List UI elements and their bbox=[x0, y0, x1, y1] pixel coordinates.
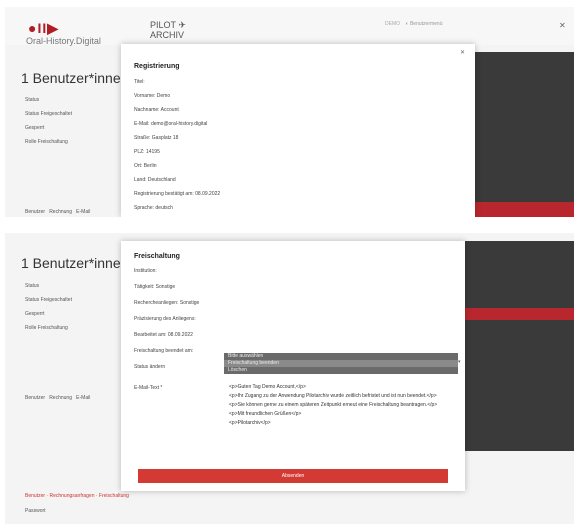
activation-request-details: Präzisierung des Anliegens: bbox=[134, 316, 196, 322]
filter-label: Status bbox=[25, 283, 40, 289]
registration-modal: ✕ Registrierung Titel: Vorname: Demo Nac… bbox=[121, 44, 475, 217]
modal-close-icon[interactable]: ✕ bbox=[460, 49, 465, 56]
table-header: Benutzer Rechnung E-Mail bbox=[25, 395, 90, 402]
page-title: 1 Benutzer*inner bbox=[21, 70, 126, 86]
red-row-highlight bbox=[465, 308, 574, 320]
pilot-archiv-logo[interactable]: PILOT ✈ ARCHIV bbox=[150, 20, 186, 40]
table-background bbox=[465, 241, 574, 451]
app-header: ●II▶ Oral-History.Digital PILOT ✈ ARCHIV… bbox=[5, 7, 574, 46]
brand-name: Oral-History.Digital bbox=[26, 36, 101, 46]
activation-activity: Tätigkeit: Sonstige bbox=[134, 284, 176, 290]
page-title: 1 Benutzer*inner bbox=[21, 255, 126, 271]
screenshot-panel-activation: 1 Benutzer*inner Status Status Freigesch… bbox=[5, 233, 574, 524]
registration-language: Sprache: deutsch bbox=[134, 205, 173, 211]
table-header-cell: E-Mail bbox=[76, 395, 91, 401]
header-right: DEMO ◐ Benutzermenü bbox=[385, 21, 443, 27]
registration-confirmed-date: Registrierung bestätigt am: 08.09.2022 bbox=[134, 191, 221, 197]
bottom-tabs[interactable]: Benutzer · Rechnungsanfragen · Freischal… bbox=[25, 493, 129, 500]
filter-label[interactable]: Status Freigeschaltet bbox=[25, 297, 72, 304]
status-select-dropdown[interactable]: Bitte auswählen Freischaltung beenden Lö… bbox=[224, 353, 458, 374]
registration-first-name: Vorname: Demo bbox=[134, 93, 171, 99]
email-line: <p>Sie können gerne zu einem späteren Ze… bbox=[229, 402, 438, 408]
table-header-cell: Rechnung bbox=[49, 209, 72, 215]
email-line: <p>Pilotarchiv</p> bbox=[229, 420, 271, 426]
user-menu-button[interactable]: ◐ Benutzermenü bbox=[406, 21, 443, 27]
password-tab[interactable]: Passwort bbox=[25, 508, 46, 515]
pilot-logo-line1: PILOT ✈ bbox=[150, 20, 186, 30]
filter-label[interactable]: Rolle Freischaltung bbox=[25, 139, 72, 146]
email-text-label: E-Mail-Text * bbox=[134, 385, 163, 391]
status-option[interactable]: Löschen bbox=[224, 367, 458, 374]
registration-title: Titel: bbox=[134, 79, 145, 85]
chevron-down-icon[interactable]: ▾ bbox=[458, 359, 461, 365]
activation-research-request: Rechercheanliegen: Sonstige bbox=[134, 300, 200, 306]
table-header-cell: Benutzer bbox=[25, 395, 46, 401]
pilot-logo-line2: ARCHIV bbox=[150, 30, 185, 40]
modal-title: Freischaltung bbox=[134, 253, 180, 260]
table-header-cell: Rechnung bbox=[49, 395, 72, 401]
email-line: <p>Guten Tag Demo Account,</p> bbox=[229, 384, 306, 390]
submit-button[interactable]: Absenden bbox=[138, 469, 448, 483]
status-option[interactable]: Bitte auswählen bbox=[224, 353, 458, 360]
filter-label[interactable]: Gesperrt bbox=[25, 125, 72, 132]
table-header-cell: E-Mail bbox=[76, 209, 91, 215]
filter-label[interactable]: Status Freigeschaltet bbox=[25, 111, 72, 118]
registration-country: Land: Deutschland bbox=[134, 177, 176, 183]
red-row-highlight bbox=[475, 202, 574, 217]
email-line: <p>Mit freundlichen Grüßen</p> bbox=[229, 411, 302, 417]
activation-ended-date: Freischaltung beendet am: bbox=[134, 348, 194, 354]
activation-processed-date: Bearbeitet am: 08.09.2022 bbox=[134, 332, 193, 338]
registration-street: Straße: Gasplatz 18 bbox=[134, 135, 179, 141]
registration-email: E-Mail: demo@oral-history.digital bbox=[134, 121, 208, 127]
close-icon[interactable]: ✕ bbox=[559, 21, 566, 30]
registration-zip: PLZ: 14195 bbox=[134, 149, 160, 155]
status-option-selected[interactable]: Freischaltung beenden bbox=[224, 360, 458, 367]
app-logo[interactable]: ●II▶ bbox=[28, 20, 59, 37]
header-demo-label[interactable]: DEMO bbox=[385, 21, 400, 27]
table-background bbox=[475, 52, 574, 217]
filter-label[interactable]: Rolle Freischaltung bbox=[25, 325, 72, 332]
email-text-field[interactable]: <p>Guten Tag Demo Account,</p> <p>Ihr Zu… bbox=[229, 383, 459, 428]
table-header: Benutzer Rechnung E-Mail bbox=[25, 209, 90, 216]
modal-title: Registrierung bbox=[134, 63, 180, 70]
activation-modal: Freischaltung Institution: Tätigkeit: So… bbox=[121, 241, 465, 491]
registration-last-name: Nachname: Account bbox=[134, 107, 179, 113]
registration-city: Ort: Berlin bbox=[134, 163, 157, 169]
email-line: <p>Ihr Zugang zu der Anwendung Pilotarch… bbox=[229, 393, 437, 399]
table-header-cell: Benutzer bbox=[25, 209, 46, 215]
filter-sidebar: Status Status Freigeschaltet Gesperrt Ro… bbox=[25, 283, 72, 332]
activation-institution: Institution: bbox=[134, 268, 157, 274]
filter-sidebar: Status Status Freigeschaltet Gesperrt Ro… bbox=[25, 97, 72, 146]
filter-label[interactable]: Gesperrt bbox=[25, 311, 72, 318]
status-label: Status ändern bbox=[134, 364, 166, 370]
screenshot-panel-registration: ●II▶ Oral-History.Digital PILOT ✈ ARCHIV… bbox=[5, 7, 574, 217]
filter-label: Status bbox=[25, 97, 40, 103]
